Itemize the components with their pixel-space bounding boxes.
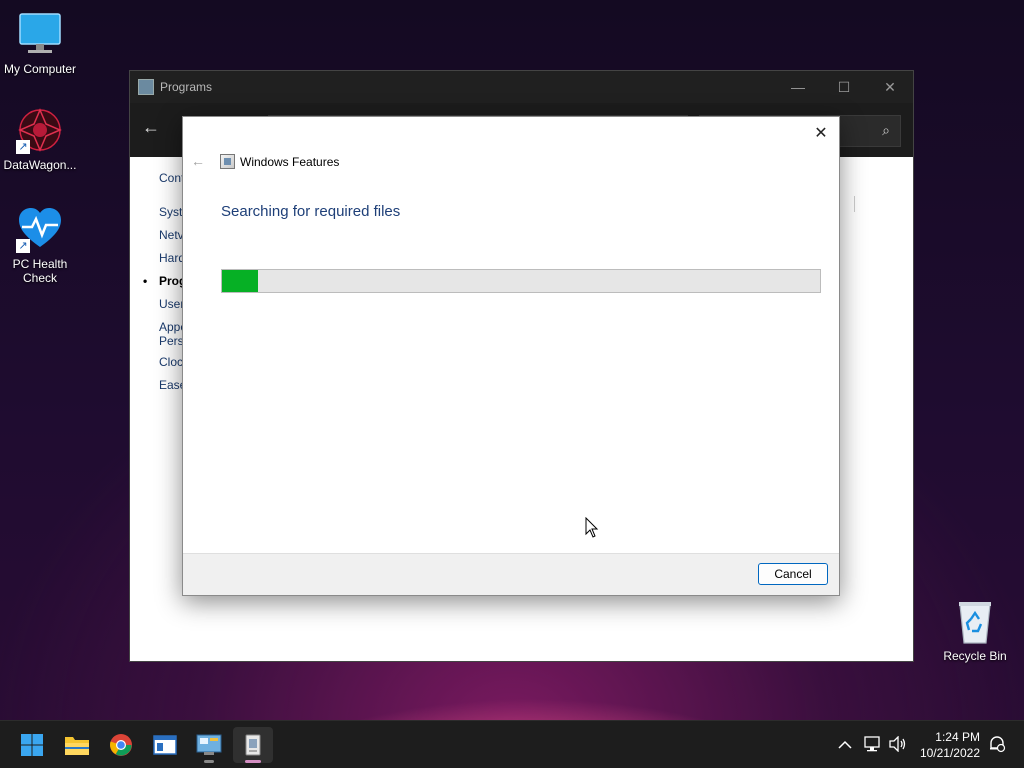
progress-bar xyxy=(221,269,821,293)
control-panel-icon xyxy=(196,734,222,755)
file-explorer-icon xyxy=(65,737,89,755)
monitor-icon xyxy=(16,10,64,58)
control-panel-taskbar-button[interactable] xyxy=(189,727,229,763)
windows-features-icon xyxy=(220,154,235,169)
pc-health-check-desktop-icon[interactable]: ↗ PC Health Check xyxy=(0,205,80,285)
taskbar: 1:24 PM 10/21/2022 xyxy=(0,720,1024,768)
active-bullet-icon: • xyxy=(143,274,148,288)
volume-button[interactable] xyxy=(889,721,907,768)
start-icon xyxy=(21,734,43,756)
shortcut-arrow-icon: ↗ xyxy=(16,140,30,154)
notification-settings-icon xyxy=(988,735,1006,756)
dialog-footer: Cancel xyxy=(183,553,839,595)
desktop-icon-label: PC Health Check xyxy=(12,257,68,285)
control-panel-icon xyxy=(138,79,154,95)
clock-date: 10/21/2022 xyxy=(919,746,980,760)
recycle-bin-desktop-icon[interactable]: Recycle Bin xyxy=(935,597,1015,663)
chrome-button[interactable] xyxy=(101,727,141,763)
chevron-up-icon xyxy=(838,737,852,753)
close-window-button[interactable]: ✕ xyxy=(867,71,913,103)
desktop-icon-label: Recycle Bin xyxy=(943,649,1007,663)
speaker-icon xyxy=(889,734,907,755)
pc-health-check-icon: ↗ xyxy=(16,205,64,253)
sidebar-item[interactable]: User xyxy=(159,297,184,311)
desktop-icon-label: DataWagon... xyxy=(3,158,77,172)
chrome-icon xyxy=(110,734,132,756)
show-hidden-icons-button[interactable] xyxy=(838,721,852,768)
window-app-icon xyxy=(153,735,177,755)
dialog-title: Windows Features xyxy=(240,155,340,169)
sidebar-item[interactable]: Cont xyxy=(159,171,184,185)
datawagon-icon: ↗ xyxy=(16,106,64,154)
back-arrow-icon[interactable]: ← xyxy=(142,117,160,138)
minimize-button[interactable]: — xyxy=(775,71,821,103)
link-separator xyxy=(854,196,855,212)
back-arrow-icon: ← xyxy=(191,153,205,169)
windows-features-dialog: ✕ ← Windows Features Searching for requi… xyxy=(182,116,840,596)
close-icon[interactable]: ✕ xyxy=(809,121,833,145)
shortcut-arrow-icon: ↗ xyxy=(16,239,30,253)
sidebar-item[interactable]: Cloc xyxy=(159,355,183,369)
progress-fill xyxy=(222,270,258,292)
window-app-button[interactable] xyxy=(145,727,185,763)
sidebar-item[interactable]: Netv xyxy=(159,228,184,242)
taskbar-clock[interactable]: 1:24 PM 10/21/2022 xyxy=(920,729,980,761)
cancel-button[interactable]: Cancel xyxy=(758,563,828,585)
recycle-bin-icon xyxy=(951,597,999,645)
datawagon-desktop-icon[interactable]: ↗ DataWagon... xyxy=(0,106,80,172)
windows-features-taskbar-button[interactable] xyxy=(233,727,273,763)
my-computer-desktop-icon[interactable]: My Computer xyxy=(0,10,80,76)
active-indicator xyxy=(245,760,261,763)
file-explorer-button[interactable] xyxy=(57,727,97,763)
clock-time: 1:24 PM xyxy=(935,730,980,744)
windows-features-icon xyxy=(245,734,261,756)
network-icon xyxy=(864,735,882,755)
network-status-button[interactable] xyxy=(864,721,882,768)
window-title: Programs xyxy=(160,80,213,94)
running-indicator xyxy=(204,760,214,763)
mouse-cursor-icon xyxy=(585,516,599,544)
start-button[interactable] xyxy=(12,727,52,763)
search-icon[interactable]: ⌕ xyxy=(882,122,890,139)
desktop-icon-label: My Computer xyxy=(3,62,77,76)
status-heading: Searching for required files xyxy=(221,203,401,220)
maximize-button[interactable]: ☐ xyxy=(821,71,867,103)
notifications-button[interactable] xyxy=(988,721,1006,768)
